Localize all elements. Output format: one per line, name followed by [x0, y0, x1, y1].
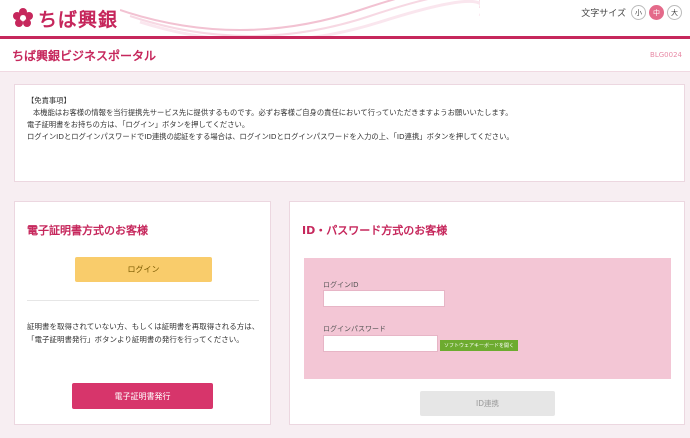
certificate-card-title: 電子証明書方式のお客様	[27, 224, 148, 237]
login-password-label: ログインパスワード	[323, 325, 386, 333]
id-password-login-card: ID・パスワード方式のお客様 ログインID ログインパスワード ソフトウェアキー…	[289, 201, 685, 425]
issue-certificate-button[interactable]: 電子証明書発行	[72, 383, 213, 409]
login-password-input[interactable]	[323, 335, 438, 352]
certificate-login-card: 電子証明書方式のお客様 ログイン 証明書を取得されていない方、もしくは証明書を再…	[14, 201, 271, 425]
font-size-large-button[interactable]: 大	[667, 5, 682, 20]
page-title-bar: ちば興銀ビジネスポータル BLG0024	[0, 36, 690, 72]
login-id-label: ログインID	[323, 281, 359, 289]
disclaimer-line: 本機能はお客様の情報を当行提携先サービス先に提供するものです。必ずお客様ご自身の…	[33, 108, 513, 117]
card-divider	[27, 300, 259, 301]
disclaimer-line: ログインIDとログインパスワードでID連携の認証をする場合は、ログインIDとログ…	[27, 132, 514, 141]
login-id-input[interactable]	[323, 290, 445, 307]
certificate-description: 証明書を取得されていない方、もしくは証明書を再取得される方は、「電子証明書発行」…	[27, 322, 260, 344]
screen-code: BLG0024	[650, 51, 682, 59]
font-size-small-button[interactable]: 小	[631, 5, 646, 20]
header-swoosh-decoration	[120, 0, 480, 36]
font-size-medium-button[interactable]: 中	[649, 5, 664, 20]
credentials-panel: ログインID ログインパスワード ソフトウェアキーボードを開く	[304, 258, 671, 379]
font-size-label: 文字サイズ	[581, 9, 626, 19]
flower-logo-icon	[13, 8, 33, 27]
disclaimer-panel: 【免責事項】 本機能はお客様の情報を当行提携先サービス先に提供するものです。必ず…	[14, 84, 685, 182]
page-title: ちば興銀ビジネスポータル	[12, 49, 157, 63]
bank-logo-text: ちば興銀	[38, 8, 119, 31]
software-keyboard-link[interactable]: ソフトウェアキーボードを開く	[440, 340, 519, 351]
id-link-button[interactable]: ID連携	[420, 391, 555, 416]
login-button[interactable]: ログイン	[75, 257, 212, 282]
disclaimer-line: 電子証明書をお持ちの方は、「ログイン」ボタンを押してください。	[27, 120, 250, 129]
disclaimer-heading: 【免責事項】	[27, 96, 71, 105]
font-size-switcher: 文字サイズ 小 中 大	[581, 5, 682, 20]
bank-logo[interactable]: ちば興銀	[12, 6, 119, 31]
site-header: ちば興銀 文字サイズ 小 中 大	[0, 0, 690, 36]
id-password-card-title: ID・パスワード方式のお客様	[302, 224, 448, 237]
